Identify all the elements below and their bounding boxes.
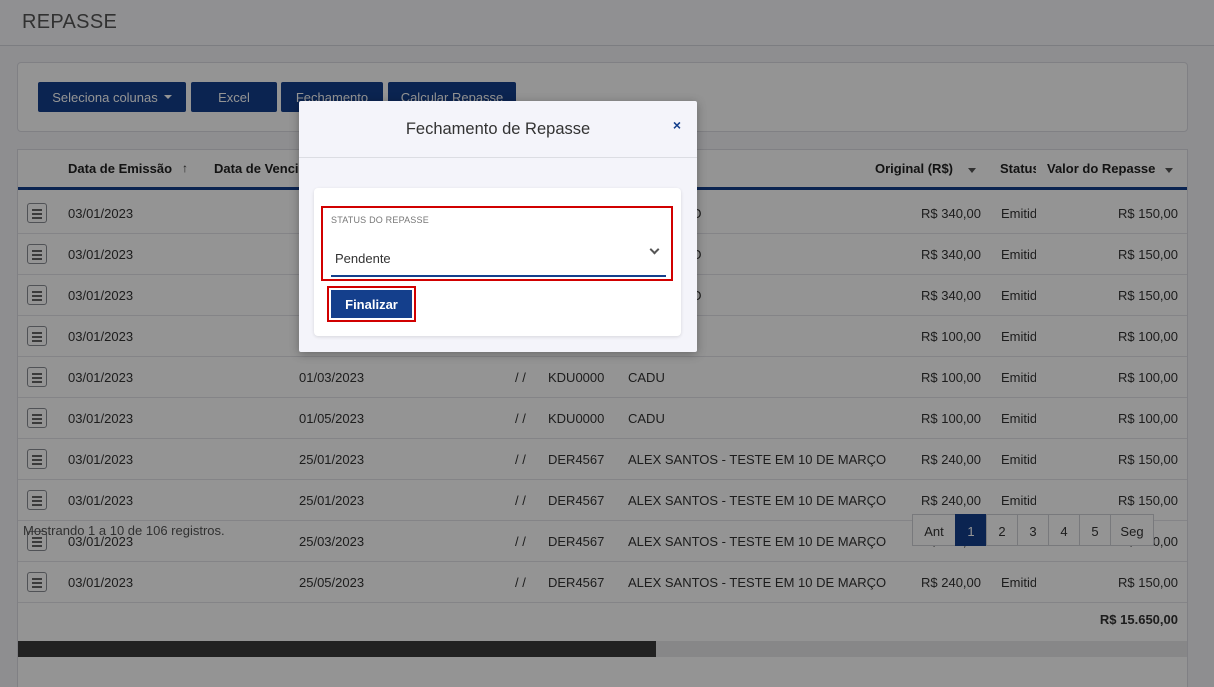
status-select[interactable]: STATUS DO REPASSE Pendente [321, 206, 673, 281]
select-underline [331, 275, 666, 277]
status-select-value[interactable]: Pendente [335, 251, 391, 266]
modal-title: Fechamento de Repasse [405, 120, 591, 138]
modal-body: STATUS DO REPASSE Pendente Finalizar [314, 188, 681, 336]
finalize-highlight: Finalizar [327, 286, 416, 322]
finalize-button[interactable]: Finalizar [331, 290, 412, 318]
fechamento-modal: Fechamento de Repasse × STATUS DO REPASS… [299, 101, 697, 352]
status-select-label: STATUS DO REPASSE [331, 215, 429, 225]
chevron-down-icon[interactable] [649, 244, 660, 255]
modal-header: Fechamento de Repasse × [299, 101, 697, 158]
close-icon[interactable]: × [673, 117, 681, 133]
